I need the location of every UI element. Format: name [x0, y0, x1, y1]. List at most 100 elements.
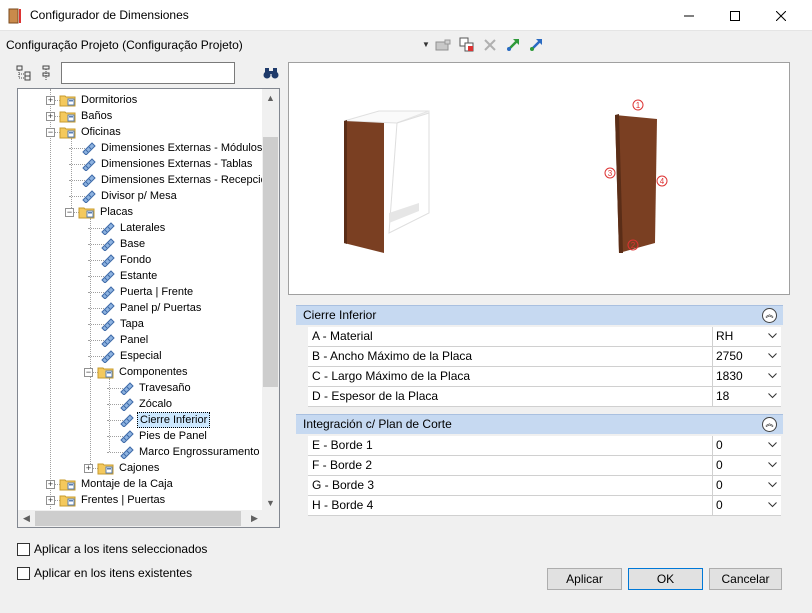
- tree-item[interactable]: Laterales: [18, 220, 263, 236]
- apply-existing-checkbox[interactable]: [17, 567, 30, 580]
- cancel-button[interactable]: Cancelar: [709, 568, 782, 590]
- tree-item[interactable]: − Placas: [18, 204, 263, 220]
- property-value: 18: [716, 389, 730, 403]
- property-value-dropdown[interactable]: 0: [713, 436, 781, 455]
- scroll-up-icon[interactable]: ▲: [262, 89, 279, 106]
- configuration-dropdown-icon[interactable]: ▼: [422, 40, 430, 49]
- close-button[interactable]: [758, 0, 804, 31]
- scroll-down-icon[interactable]: ▼: [262, 494, 279, 511]
- minimize-button[interactable]: [666, 0, 712, 31]
- collapse-icon[interactable]: −: [46, 128, 55, 137]
- tree-item[interactable]: Fondo: [18, 252, 263, 268]
- copy-config-icon[interactable]: [459, 37, 475, 53]
- side-panel-shape: [344, 121, 384, 253]
- tree-item[interactable]: − Componentes: [18, 364, 263, 380]
- delete-config-icon[interactable]: [482, 37, 498, 53]
- tree-item[interactable]: Tapa: [18, 316, 263, 332]
- tree-vertical-scrollbar[interactable]: ▲ ▼: [262, 89, 279, 511]
- tree-item[interactable]: Pies de Panel: [18, 428, 263, 444]
- property-group-header[interactable]: Integración c/ Plan de Corte ︽: [296, 414, 783, 434]
- vertical-scroll-thumb[interactable]: [263, 137, 278, 387]
- expand-icon[interactable]: +: [46, 480, 55, 489]
- tree-item-label: Dimensiones Externas - Recepción: [101, 174, 263, 186]
- horizontal-scroll-thumb[interactable]: [35, 511, 241, 526]
- dimension-tag-icon: [101, 334, 115, 347]
- ok-button[interactable]: OK: [628, 568, 703, 590]
- property-value-dropdown[interactable]: 1830: [713, 367, 781, 386]
- binoculars-search-icon[interactable]: [263, 66, 279, 80]
- collapse-tree-icon[interactable]: [40, 65, 54, 81]
- property-value-dropdown[interactable]: 2750: [713, 347, 781, 366]
- apply-selected-label[interactable]: Aplicar a los itens seleccionados: [34, 542, 207, 556]
- apply-button[interactable]: Aplicar: [547, 568, 622, 590]
- tree-item[interactable]: Dimensiones Externas - Módulos: [18, 140, 263, 156]
- tree-item[interactable]: Travesaño: [18, 380, 263, 396]
- property-value-dropdown[interactable]: 0: [713, 476, 781, 495]
- property-value-dropdown[interactable]: 18: [713, 387, 781, 406]
- property-value-dropdown[interactable]: 0: [713, 496, 781, 515]
- dimension-tag-icon: [101, 270, 115, 283]
- tree-item[interactable]: Dimensiones Externas - Tablas: [18, 156, 263, 172]
- tree-item-label: Cajones: [119, 462, 160, 474]
- property-label: B - Ancho Máximo de la Placa: [308, 347, 713, 366]
- folder-icon: [78, 207, 95, 219]
- expand-icon[interactable]: +: [46, 112, 55, 121]
- apply-existing-label[interactable]: Aplicar en los itens existentes: [34, 566, 192, 580]
- scroll-right-icon[interactable]: ▶: [246, 510, 263, 527]
- property-group-header[interactable]: Cierre Inferior ︽: [296, 305, 783, 325]
- expand-tree-icon[interactable]: [16, 65, 32, 81]
- tree-item-label-selected: Cierre Inferior: [137, 412, 211, 428]
- tree-item[interactable]: Divisor p/ Mesa: [18, 188, 263, 204]
- tree-item[interactable]: + Dormitorios: [18, 92, 263, 108]
- tree-item[interactable]: + Frentes | Puertas: [18, 492, 263, 508]
- collapse-group-icon[interactable]: ︽: [762, 308, 777, 323]
- property-value-dropdown[interactable]: RH: [713, 327, 781, 346]
- dimension-tag-icon: [101, 318, 115, 331]
- tree-item[interactable]: Panel: [18, 332, 263, 348]
- maximize-icon: [730, 10, 740, 21]
- property-row: G - Borde 30: [308, 476, 781, 496]
- property-label: G - Borde 3: [308, 476, 713, 495]
- import-icon[interactable]: [505, 37, 521, 53]
- tree-search-input[interactable]: [61, 62, 235, 84]
- chevron-down-icon: [768, 502, 777, 508]
- tree-item[interactable]: Especial: [18, 348, 263, 364]
- tree-item[interactable]: Dimensiones Externas - Recepción: [18, 172, 263, 188]
- export-icon[interactable]: [528, 37, 544, 53]
- expand-icon[interactable]: +: [46, 96, 55, 105]
- marker-4: 4: [660, 177, 665, 186]
- tree-item[interactable]: Puerta | Frente: [18, 284, 263, 300]
- tree-item-label: Estante: [120, 270, 158, 282]
- maximize-button[interactable]: [712, 0, 758, 31]
- tree-item-label: Panel p/ Puertas: [120, 302, 202, 314]
- folder-icon: [59, 495, 76, 507]
- tree-item[interactable]: + Baños: [18, 108, 263, 124]
- tree-item-label: Pies de Panel: [139, 430, 207, 442]
- tree-item[interactable]: Cierre Inferior: [18, 412, 263, 428]
- scroll-left-icon[interactable]: ◀: [18, 510, 35, 527]
- collapse-icon[interactable]: −: [65, 208, 74, 217]
- tree-item[interactable]: Estante: [18, 268, 263, 284]
- edit-config-icon[interactable]: [435, 37, 451, 53]
- expand-icon[interactable]: +: [46, 496, 55, 505]
- collapse-group-icon[interactable]: ︽: [762, 417, 777, 432]
- tree-item[interactable]: + Montaje de la Caja: [18, 476, 263, 492]
- apply-selected-checkbox[interactable]: [17, 543, 30, 556]
- property-row: H - Borde 40: [308, 496, 781, 516]
- configuration-selector[interactable]: Configuração Projeto (Configuração Proje…: [6, 38, 243, 52]
- tree-item[interactable]: Base: [18, 236, 263, 252]
- collapse-icon[interactable]: −: [84, 368, 93, 377]
- tree-horizontal-scrollbar[interactable]: ◀ ▶: [18, 510, 263, 527]
- tree-item[interactable]: − Oficinas: [18, 124, 263, 140]
- property-value-dropdown[interactable]: 0: [713, 456, 781, 475]
- dimension-tag-icon: [101, 238, 115, 251]
- tree-item[interactable]: Marco Engrossuramento: [18, 444, 263, 460]
- property-row: B - Ancho Máximo de la Placa 2750: [308, 347, 781, 367]
- tree-item[interactable]: Panel p/ Puertas: [18, 300, 263, 316]
- expand-icon[interactable]: +: [84, 464, 93, 473]
- property-value: 1830: [716, 369, 743, 383]
- tree-item[interactable]: + Cajones: [18, 460, 263, 476]
- tree-view[interactable]: + Dormitorios + Baños − Oficinas Dimensiones E…: [17, 88, 280, 528]
- property-group-margin: [296, 326, 308, 406]
- tree-item[interactable]: Zócalo: [18, 396, 263, 412]
